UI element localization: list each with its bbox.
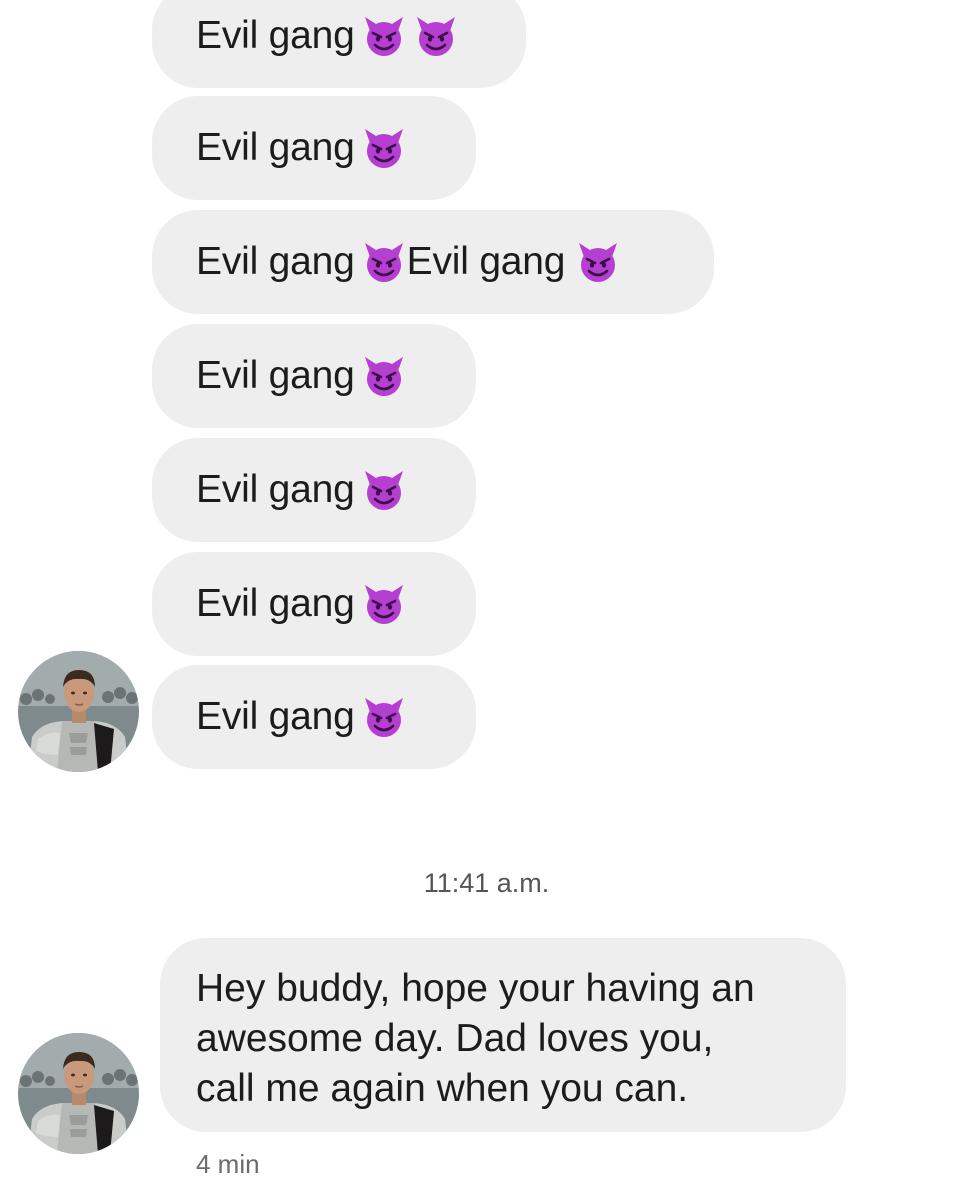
smiling-imp-emoji-icon (361, 13, 407, 59)
message-bubble[interactable]: Evil gang Evil gang (152, 210, 714, 314)
smiling-imp-emoji-icon (361, 581, 407, 627)
message-text: Evil gang (406, 240, 566, 283)
smiling-imp-emoji-icon (361, 239, 407, 285)
message-text: Evil gang (196, 354, 355, 397)
message-line: call me again when you can. (196, 1067, 689, 1110)
smiling-imp-emoji-icon (361, 694, 407, 740)
message-text: Evil gang (196, 240, 355, 283)
message-line: Hey buddy, hope your having an (196, 967, 755, 1010)
message-bubble[interactable]: Hey buddy, hope your having an awesome d… (160, 938, 846, 1132)
message-bubble[interactable]: Evil gang (152, 438, 476, 542)
contact-photo (18, 651, 139, 772)
message-line: awesome day. Dad loves you, (196, 1017, 714, 1060)
message-text: Evil gang (196, 468, 355, 511)
smiling-imp-emoji-icon (413, 13, 459, 59)
message-age: 4 min (196, 1149, 260, 1179)
message-text: Evil gang (196, 695, 355, 738)
message-bubble[interactable]: Evil gang (152, 324, 476, 428)
message-bubble[interactable]: Evil gang (152, 665, 476, 769)
avatar[interactable] (18, 1033, 139, 1154)
smiling-imp-emoji-icon (575, 239, 621, 285)
timestamp: 11:41 a.m. (423, 868, 550, 898)
smiling-imp-emoji-icon (361, 467, 407, 513)
smiling-imp-emoji-icon (361, 353, 407, 399)
contact-photo (18, 1033, 139, 1154)
avatar[interactable] (18, 651, 139, 772)
message-bubble[interactable]: Evil gang (152, 552, 476, 656)
message-text: Evil gang (196, 126, 355, 169)
message-bubble[interactable]: Evil gang (152, 96, 476, 200)
message-bubble[interactable]: Evil gang (152, 0, 526, 88)
message-text: Evil gang (196, 582, 355, 625)
smiling-imp-emoji-icon (361, 125, 407, 171)
message-text: Evil gang (196, 14, 355, 57)
